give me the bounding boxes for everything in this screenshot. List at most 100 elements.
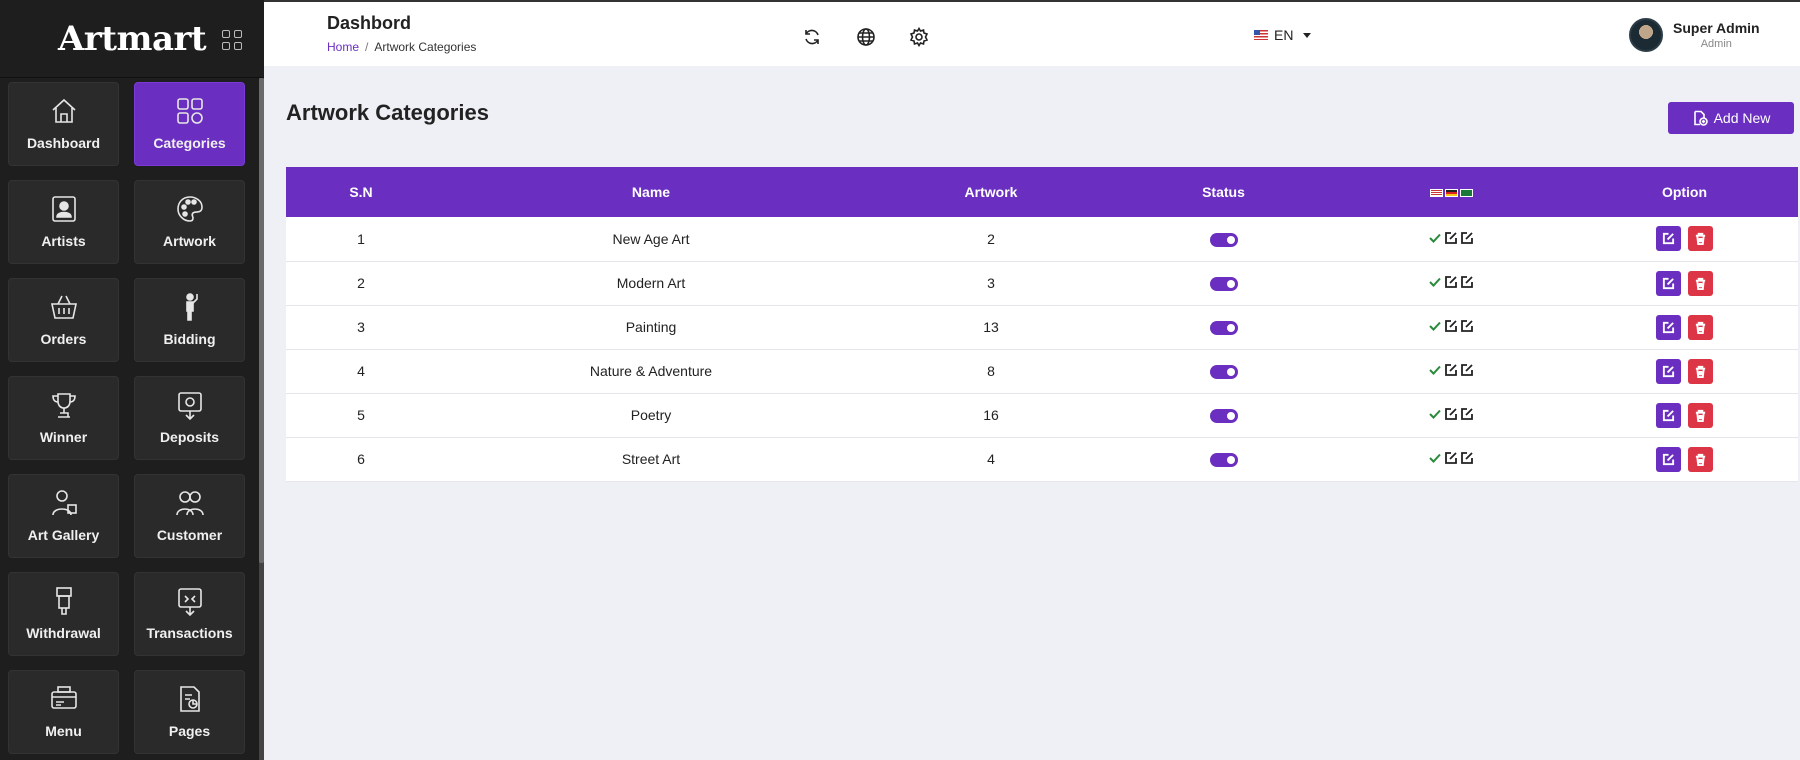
cell-artwork: 2 [987, 230, 995, 247]
cell-sn: 1 [357, 230, 365, 247]
cell-translations [1331, 305, 1571, 349]
status-toggle[interactable] [1209, 409, 1238, 424]
cell-sn: 2 [357, 275, 365, 291]
edit-button[interactable] [1656, 446, 1681, 472]
status-toggle[interactable] [1209, 453, 1238, 468]
bidding-icon [185, 293, 198, 321]
language-selector[interactable]: EN [1254, 27, 1312, 43]
edit-translation-icon[interactable] [1444, 407, 1458, 424]
add-new-button[interactable]: Add New [1668, 102, 1794, 134]
sidebar-item-deposits[interactable]: Deposits [134, 376, 245, 460]
brand-logo[interactable]: Artmart [58, 19, 207, 59]
cell-status [1116, 305, 1331, 349]
cell-artwork: 4 [987, 451, 995, 467]
page-title: Dashbord [327, 13, 412, 33]
categories-icon [176, 98, 203, 124]
status-toggle[interactable] [1209, 277, 1238, 292]
user-name: Super Admin [1673, 20, 1760, 36]
edit-icon [1662, 365, 1675, 377]
edit-translation-icon[interactable] [1460, 231, 1474, 248]
status-toggle[interactable] [1209, 232, 1238, 247]
sidebar-item-label: Artwork [163, 233, 216, 249]
trash-icon [1695, 233, 1706, 246]
delete-button[interactable] [1688, 314, 1713, 340]
sidebar-item-artwork[interactable]: Artwork [134, 180, 245, 264]
sidebar-item-art-gallery[interactable]: Art Gallery [8, 474, 119, 558]
sidebar-item-menu[interactable]: Menu [8, 670, 119, 754]
globe-icon[interactable] [856, 27, 876, 47]
categories-table: S.N Name Artwork Status Option 1 New Age… [286, 167, 1798, 482]
refresh-icon[interactable] [802, 27, 822, 47]
edit-translation-icon[interactable] [1444, 451, 1458, 468]
delete-button[interactable] [1688, 226, 1713, 252]
edit-translation-icon[interactable] [1444, 363, 1458, 380]
settings-gear-icon[interactable] [909, 26, 929, 48]
sidebar-tiles: Dashboard Categories Artists Artwork Ord… [8, 82, 252, 754]
cell-sn: 4 [357, 363, 365, 379]
add-new-label: Add New [1713, 110, 1771, 126]
delete-button[interactable] [1688, 446, 1713, 472]
edit-icon [1662, 233, 1675, 245]
cell-name: Poetry [630, 407, 672, 423]
edit-button[interactable] [1656, 314, 1681, 340]
sidebar-scrollbar[interactable] [259, 78, 264, 760]
user-menu[interactable]: Super Admin Admin [1629, 18, 1760, 52]
sidebar-item-label: Bidding [163, 331, 216, 347]
cell-sn: 3 [357, 319, 365, 335]
sidebar-item-pages[interactable]: Pages [134, 670, 245, 754]
edit-translation-icon[interactable] [1460, 451, 1474, 468]
pages-icon [179, 686, 200, 712]
edit-translation-icon[interactable] [1460, 275, 1474, 292]
sidebar-item-label: Pages [168, 723, 211, 739]
check-icon [1428, 231, 1442, 248]
edit-translation-icon[interactable] [1444, 231, 1458, 248]
edit-icon [1662, 409, 1675, 421]
sidebar-item-customer[interactable]: Customer [134, 474, 245, 558]
edit-button[interactable] [1656, 402, 1681, 428]
sidebar-item-orders[interactable]: Orders [8, 278, 119, 362]
us-flag-icon [1429, 189, 1443, 198]
sidebar-item-label: Artists [41, 233, 86, 249]
cell-sn: 5 [357, 407, 365, 423]
edit-translation-icon[interactable] [1460, 363, 1474, 380]
delete-button[interactable] [1688, 402, 1713, 428]
header-sn: S.N [349, 184, 373, 200]
table-row: 6 Street Art 4 [286, 437, 1798, 481]
edit-button[interactable] [1656, 270, 1681, 296]
edit-translation-icon[interactable] [1460, 319, 1474, 336]
sidebar-item-categories[interactable]: Categories [134, 82, 245, 166]
user-role: Admin [1700, 38, 1732, 50]
edit-translation-icon[interactable] [1460, 407, 1474, 424]
sidebar-item-winner[interactable]: Winner [8, 376, 119, 460]
transactions-icon [177, 588, 202, 617]
sidebar-item-withdrawal[interactable]: Withdrawal [8, 572, 119, 656]
sidebar-item-dashboard[interactable]: Dashboard [8, 82, 119, 166]
sidebar-item-label: Withdrawal [26, 625, 101, 641]
edit-button[interactable] [1656, 358, 1681, 384]
cell-translations [1331, 349, 1571, 393]
user-info: Super Admin Admin [1673, 20, 1760, 50]
delete-button[interactable] [1688, 358, 1713, 384]
status-toggle[interactable] [1209, 321, 1238, 336]
check-icon [1428, 407, 1442, 424]
edit-button[interactable] [1656, 226, 1681, 252]
sidebar-item-artists[interactable]: Artists [8, 180, 119, 264]
sidebar-item-bidding[interactable]: Bidding [134, 278, 245, 362]
edit-translation-icon[interactable] [1444, 275, 1458, 292]
sidebar-scrollbar-thumb[interactable] [259, 78, 264, 563]
trophy-icon [51, 393, 76, 418]
sidebar-item-transactions[interactable]: Transactions [134, 572, 245, 656]
status-toggle[interactable] [1209, 365, 1238, 380]
trash-icon [1695, 365, 1706, 378]
delete-button[interactable] [1688, 270, 1713, 296]
sidebar-item-label: Customer [156, 527, 223, 543]
cell-name: Modern Art [616, 275, 686, 291]
cell-artwork: 8 [987, 363, 995, 379]
sidebar-item-label: Transactions [146, 625, 233, 641]
edit-translation-icon[interactable] [1444, 319, 1458, 336]
sidebar-item-label: Orders [40, 331, 87, 347]
basket-icon [50, 295, 77, 319]
breadcrumb-home-link[interactable]: Home [327, 40, 359, 54]
cell-artwork: 13 [983, 319, 999, 335]
apps-grid-icon[interactable] [222, 30, 242, 50]
